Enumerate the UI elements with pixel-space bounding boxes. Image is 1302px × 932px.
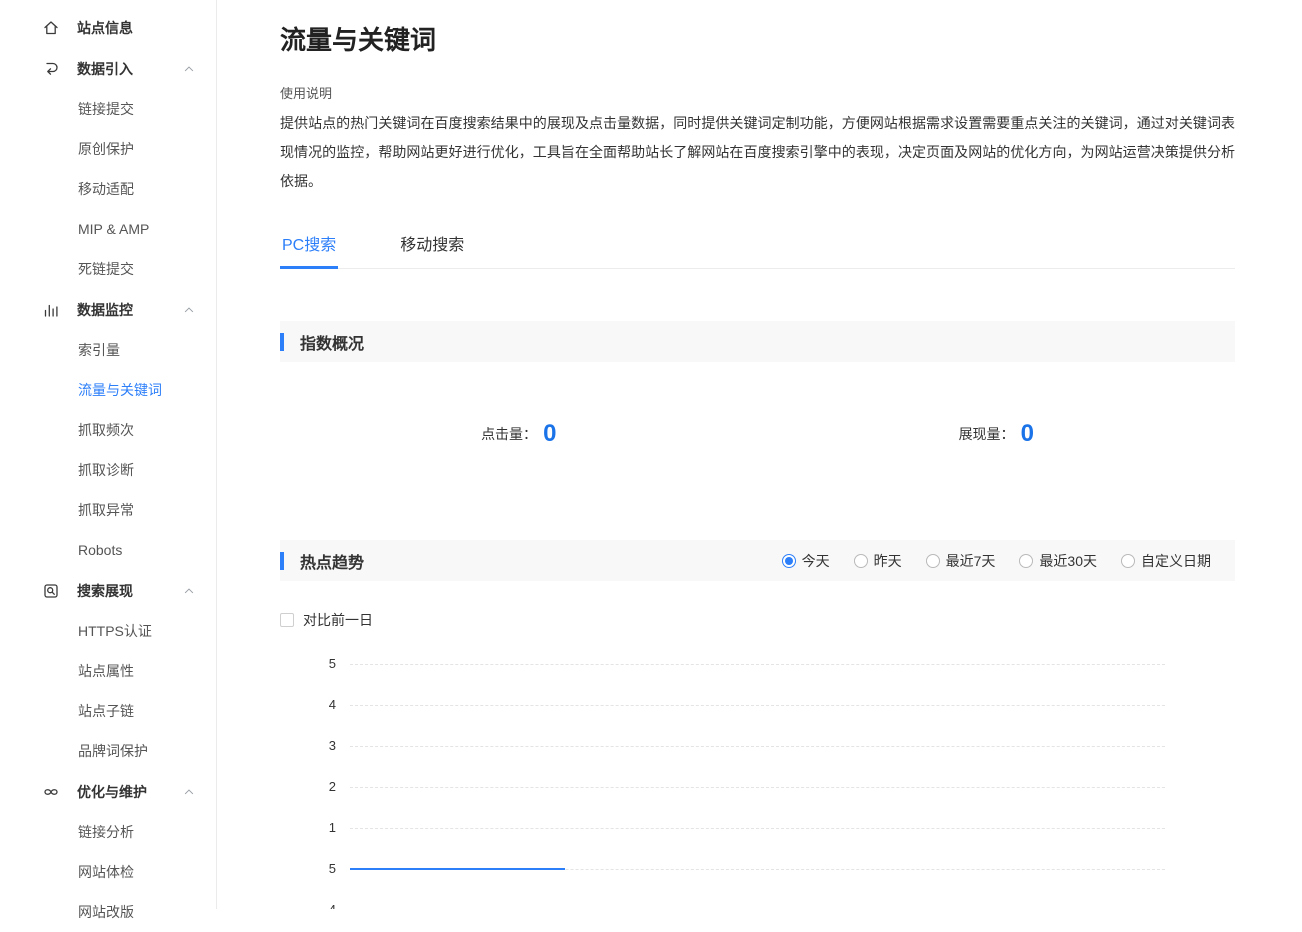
y-axis-tick: 2 [304, 779, 336, 794]
sidebar-group-optimization-header[interactable]: 优化与维护 [0, 772, 216, 812]
sidebar-item-brand-protection[interactable]: 品牌词保护 [0, 731, 216, 771]
chevron-up-icon[interactable] [182, 303, 196, 317]
chart-gridline: 2 [350, 787, 1165, 788]
stat-clicks: 点击量： 0 [280, 420, 758, 448]
trend-chart: 5 4 3 2 1 5 4 [280, 664, 1235, 909]
sidebar-item-crawl-frequency[interactable]: 抓取频次 [0, 410, 216, 450]
section-header-overview: 指数概况 [280, 321, 1235, 362]
compare-previous-day-label: 对比前一日 [303, 610, 373, 630]
sidebar-item-crawl-diagnosis[interactable]: 抓取诊断 [0, 450, 216, 490]
sidebar-group-label: 优化与维护 [77, 782, 182, 802]
sidebar-group-data-monitor: 数据监控 索引量 流量与关键词 抓取频次 抓取诊断 抓取异常 Robots [0, 290, 216, 570]
radio-dot-icon [854, 554, 868, 568]
tab-pc-search[interactable]: PC搜索 [280, 221, 338, 268]
radio-custom-date-label: 自定义日期 [1141, 551, 1211, 571]
section-header-trend: 热点趋势 今天 昨天 最近7天 最近30天 自定义日期 [280, 540, 1235, 581]
checkbox-icon [280, 613, 294, 627]
sidebar-group-data-import: 数据引入 链接提交 原创保护 移动适配 MIP & AMP 死链提交 [0, 49, 216, 289]
radio-custom-date[interactable]: 自定义日期 [1121, 551, 1211, 571]
search-type-tabs: PC搜索 移动搜索 [280, 221, 1235, 269]
section-accent-bar [280, 552, 284, 570]
y-axis-tick: 1 [304, 820, 336, 835]
sidebar-group-label: 站点信息 [77, 18, 196, 38]
sidebar-group-label: 数据监控 [77, 300, 182, 320]
radio-dot-icon [782, 554, 796, 568]
radio-dot-icon [1121, 554, 1135, 568]
section-title-overview: 指数概况 [300, 330, 364, 354]
stat-impressions-label: 展现量： [959, 424, 1015, 444]
sidebar-group-search-display: 搜索展现 HTTPS认证 站点属性 站点子链 品牌词保护 [0, 571, 216, 771]
data-import-icon [42, 60, 60, 78]
sidebar-item-mobile-adaptation[interactable]: 移动适配 [0, 169, 216, 209]
sidebar-group-site-info: 站点信息 [0, 8, 216, 48]
sidebar-item-site-checkup[interactable]: 网站体检 [0, 852, 216, 892]
data-monitor-icon [42, 301, 60, 319]
sidebar-item-site-attribute[interactable]: 站点属性 [0, 651, 216, 691]
radio-dot-icon [926, 554, 940, 568]
sidebar-group-optimization: 优化与维护 链接分析 网站体检 网站改版 [0, 772, 216, 932]
radio-today[interactable]: 今天 [782, 551, 830, 571]
main-content: 流量与关键词 使用说明 提供站点的热门关键词在百度搜索结果中的展现及点击量数据，… [217, 0, 1302, 909]
sidebar-group-search-display-header[interactable]: 搜索展现 [0, 571, 216, 611]
optimization-icon [42, 783, 60, 801]
usage-text: 提供站点的热门关键词在百度搜索结果中的展现及点击量数据，同时提供关键词定制功能，… [280, 109, 1235, 196]
overview-stats: 点击量： 0 展现量： 0 [280, 420, 1235, 448]
chart-gridline: 4 [350, 705, 1165, 706]
date-range-radio-group: 今天 昨天 最近7天 最近30天 自定义日期 [782, 551, 1235, 571]
sidebar-group-data-monitor-header[interactable]: 数据监控 [0, 290, 216, 330]
section-title-trend: 热点趋势 [300, 549, 364, 573]
sidebar-group-label: 数据引入 [77, 59, 182, 79]
chevron-up-icon[interactable] [182, 62, 196, 76]
y-axis-tick: 4 [304, 902, 336, 909]
chart-data-line [350, 868, 565, 870]
stat-impressions: 展现量： 0 [758, 420, 1236, 448]
radio-yesterday-label: 昨天 [874, 551, 902, 571]
usage-label: 使用说明 [280, 83, 1235, 102]
y-axis-tick: 5 [304, 861, 336, 876]
stat-impressions-value: 0 [1021, 420, 1034, 448]
sidebar-item-site-revamp[interactable]: 网站改版 [0, 892, 216, 932]
sidebar-item-site-sublinks[interactable]: 站点子链 [0, 691, 216, 731]
sidebar-item-link-submission[interactable]: 链接提交 [0, 89, 216, 129]
chart-gridline: 5 [350, 664, 1165, 665]
radio-last-30-days-label: 最近30天 [1039, 551, 1097, 571]
sidebar-item-link-analysis[interactable]: 链接分析 [0, 812, 216, 852]
section-accent-bar [280, 333, 284, 351]
sidebar-item-index-volume[interactable]: 索引量 [0, 330, 216, 370]
stat-clicks-value: 0 [543, 420, 556, 448]
radio-today-label: 今天 [802, 551, 830, 571]
sidebar-item-dead-link[interactable]: 死链提交 [0, 249, 216, 289]
chevron-up-icon[interactable] [182, 785, 196, 799]
radio-yesterday[interactable]: 昨天 [854, 551, 902, 571]
home-icon [42, 19, 60, 37]
y-axis-tick: 3 [304, 738, 336, 753]
sidebar-group-data-import-header[interactable]: 数据引入 [0, 49, 216, 89]
compare-previous-day-checkbox[interactable]: 对比前一日 [280, 610, 1235, 630]
radio-last-7-days-label: 最近7天 [946, 551, 996, 571]
search-display-icon [42, 582, 60, 600]
sidebar-item-mip-amp[interactable]: MIP & AMP [0, 209, 216, 249]
y-axis-tick: 5 [304, 656, 336, 671]
chevron-up-icon[interactable] [182, 584, 196, 598]
sidebar-item-crawl-exception[interactable]: 抓取异常 [0, 490, 216, 530]
stat-clicks-label: 点击量： [481, 424, 537, 444]
sidebar-item-robots[interactable]: Robots [0, 530, 216, 570]
radio-dot-icon [1019, 554, 1033, 568]
sidebar-item-https[interactable]: HTTPS认证 [0, 611, 216, 651]
chart-gridline: 3 [350, 746, 1165, 747]
sidebar-item-traffic-keywords[interactable]: 流量与关键词 [0, 370, 216, 410]
sidebar-group-label: 搜索展现 [77, 581, 182, 601]
sidebar: 站点信息 数据引入 链接提交 原创保护 移动适配 MIP & AMP 死链提交 … [0, 0, 217, 909]
radio-last-30-days[interactable]: 最近30天 [1019, 551, 1097, 571]
page-title: 流量与关键词 [280, 20, 1235, 57]
y-axis-tick: 4 [304, 697, 336, 712]
sidebar-item-site-info[interactable]: 站点信息 [0, 8, 216, 48]
sidebar-item-original-protection[interactable]: 原创保护 [0, 129, 216, 169]
radio-last-7-days[interactable]: 最近7天 [926, 551, 996, 571]
chart-gridline: 1 [350, 828, 1165, 829]
tab-mobile-search[interactable]: 移动搜索 [398, 221, 466, 268]
